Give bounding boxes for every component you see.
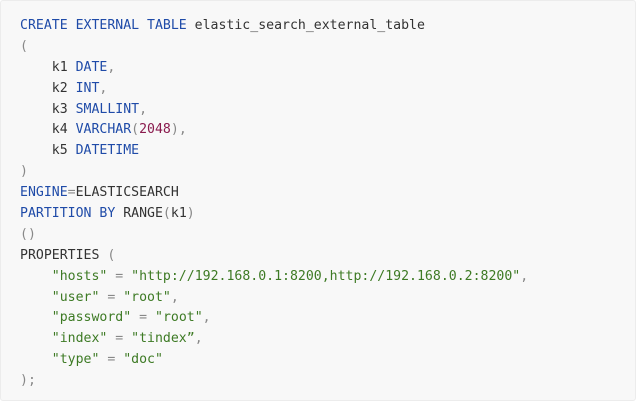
code-text: k5 (20, 143, 76, 159)
code-line: k4 VARCHAR(2048), (20, 120, 635, 141)
code-type: SMALLINT (75, 101, 140, 117)
code-punctuation: = (107, 331, 132, 347)
code-type: VARCHAR (75, 122, 132, 138)
code-string: "doc" (123, 352, 163, 368)
code-punctuation: ( (107, 247, 116, 263)
code-punctuation: ( (162, 206, 171, 222)
code-type: DATE (75, 59, 108, 75)
code-string: "http://192.168.0.1:8200,http://192.168.… (131, 268, 521, 284)
code-text: RANGE (115, 206, 163, 222)
code-string: "root" (123, 289, 171, 305)
code-punctuation: , (202, 310, 211, 326)
code-punctuation: , (194, 331, 203, 347)
code-punctuation: , (107, 59, 116, 75)
code-text: k2 (20, 80, 76, 96)
code-punctuation: ) (20, 164, 28, 180)
code-text: ELASTICSEARCH (75, 185, 179, 201)
code-line: k3 SMALLINT, (20, 100, 635, 121)
code-string: "hosts" (51, 268, 108, 284)
code-line: ) (20, 162, 635, 183)
code-line: "type" = "doc" (20, 350, 635, 371)
code-punctuation: = (67, 185, 76, 201)
code-line: () (20, 225, 635, 246)
code-punctuation: = (131, 310, 155, 326)
code-line: k1 DATE, (20, 58, 635, 79)
code-number: 2048 (139, 122, 171, 138)
code-line: "hosts" = "http://192.168.0.1:8200,http:… (20, 267, 635, 288)
code-text: k1 (20, 59, 76, 75)
code-line: ); (20, 371, 635, 392)
code-punctuation: , (170, 289, 179, 305)
code-punctuation: ) (186, 206, 195, 222)
code-punctuation: , (139, 101, 148, 117)
code-string: "root" (155, 310, 203, 326)
code-text: k3 (20, 101, 76, 117)
code-punctuation: = (107, 268, 132, 284)
code-punctuation: ), (170, 122, 187, 138)
code-text: k4 (20, 122, 76, 138)
code-keyword: CREATE EXTERNAL TABLE (20, 18, 187, 33)
code-line: "password" = "root", (20, 308, 635, 329)
code-keyword: ENGINE (20, 185, 68, 201)
code-line: k2 INT, (20, 79, 635, 100)
code-punctuation: ); (20, 373, 36, 389)
code-line: ENGINE=ELASTICSEARCH (20, 183, 635, 204)
code-line: ( (20, 37, 635, 58)
code-string: "type" (51, 352, 100, 368)
code-punctuation: = (99, 352, 124, 368)
code-text: elastic_search_external_table (186, 18, 425, 33)
code-punctuation: = (99, 289, 124, 305)
code-type: INT (75, 80, 100, 96)
code-punctuation: () (20, 226, 36, 242)
code-type: DATETIME (75, 143, 140, 159)
code-string: "user" (51, 289, 100, 305)
code-line: CREATE EXTERNAL TABLE elastic_search_ext… (20, 16, 635, 37)
code-keyword: PARTITION BY (20, 206, 116, 222)
code-punctuation: , (99, 80, 108, 96)
code-punctuation: , (520, 268, 529, 284)
code-line: k5 DATETIME (20, 141, 635, 162)
code-line: PARTITION BY RANGE(k1) (20, 204, 635, 225)
code-block: CREATE EXTERNAL TABLE elastic_search_ext… (0, 0, 636, 401)
code-text: PROPERTIES (20, 247, 108, 263)
code-line: "index" = "tindex”, (20, 329, 635, 350)
code-line: "user" = "root", (20, 288, 635, 309)
code-punctuation: ( (131, 122, 140, 138)
code-line: PROPERTIES ( (20, 246, 635, 267)
code-punctuation: ( (20, 38, 28, 54)
code-string: "tindex” (131, 331, 195, 347)
code-string: "index" (51, 331, 108, 347)
code-string: "password" (51, 310, 132, 326)
code-text: k1 (170, 206, 187, 222)
